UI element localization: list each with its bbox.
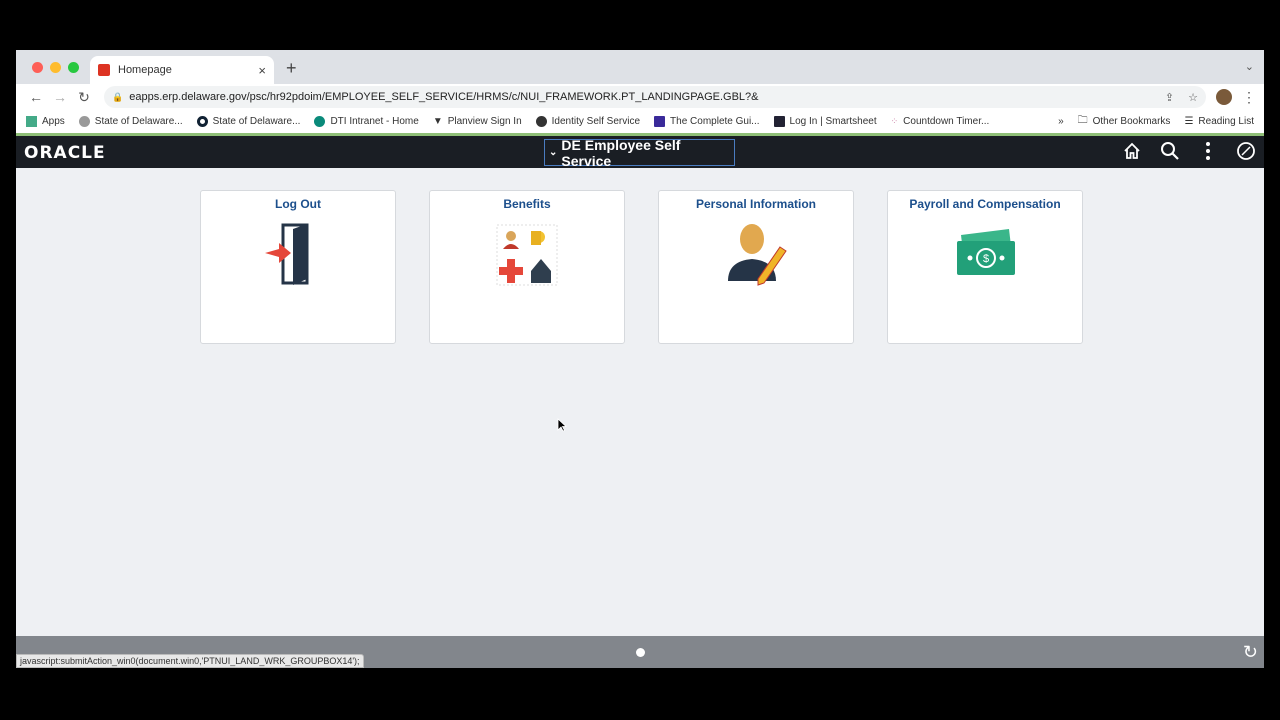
lock-icon: 🔒: [112, 91, 124, 102]
chevron-down-icon: ⌄: [549, 147, 558, 158]
browser-window: Homepage × + ⌄ ← → ↻ 🔒 eapps.erp.delawar…: [16, 50, 1264, 668]
person-edit-icon: [728, 224, 787, 286]
bookmark-item[interactable]: State of Delaware...: [78, 116, 183, 127]
url-field[interactable]: 🔒 eapps.erp.delaware.gov/psc/hr92pdoim/E…: [104, 86, 1206, 108]
bookmark-item[interactable]: ▼ Planview Sign In: [433, 116, 522, 127]
actions-menu-icon[interactable]: [1198, 141, 1218, 161]
bookmarks-bar: Apps State of Delaware... State of Delaw…: [16, 110, 1264, 136]
refresh-icon[interactable]: ↻: [1243, 642, 1258, 663]
reading-list[interactable]: ☰ Reading List: [1184, 116, 1254, 127]
bookmark-item[interactable]: DTI Intranet - Home: [314, 116, 419, 127]
bookmark-item[interactable]: Identity Self Service: [535, 116, 640, 127]
bookmark-apps[interactable]: Apps: [26, 116, 65, 127]
bookmark-star-icon[interactable]: ☆: [1188, 91, 1198, 104]
oracle-header: ORACLE ⌄ DE Employee Self Service: [16, 136, 1264, 169]
browser-menu-icon[interactable]: ⋮: [1242, 89, 1256, 106]
tile-title: Personal Information: [695, 197, 817, 211]
maximize-window-button[interactable]: [68, 62, 79, 73]
globe-icon: [535, 116, 547, 127]
tab-title: Homepage: [118, 64, 172, 76]
bookmark-item[interactable]: Log In | Smartsheet: [773, 116, 877, 127]
other-bookmarks[interactable]: 🗀 Other Bookmarks: [1078, 113, 1171, 130]
url-text: eapps.erp.delaware.gov/psc/hr92pdoim/EMP…: [129, 91, 759, 103]
home-icon[interactable]: [1122, 141, 1142, 161]
close-tab-icon[interactable]: ×: [258, 63, 266, 78]
page-title: DE Employee Self Service: [561, 136, 681, 169]
mouse-cursor-icon: [557, 418, 567, 432]
tile-grid: Log Out Benefits Personal Information Pa…: [200, 190, 1083, 344]
logout-door-icon: [265, 223, 309, 285]
tile-title: Log Out: [275, 197, 321, 211]
timer-icon: ⁘: [890, 116, 899, 126]
tile-title: Benefits: [503, 197, 551, 211]
tile-log-out[interactable]: Log Out: [200, 190, 396, 344]
close-window-button[interactable]: [32, 62, 43, 73]
bookmarks-overflow[interactable]: »: [1058, 116, 1064, 127]
back-icon[interactable]: ←: [24, 89, 48, 105]
sharepoint-icon: [314, 116, 326, 127]
status-bar-link: javascript:submitAction_win0(document.wi…: [16, 654, 364, 668]
navbar-compass-icon[interactable]: [1236, 141, 1256, 161]
tile-title: Payroll and Compensation: [909, 197, 1061, 211]
address-bar-row: ← → ↻ 🔒 eapps.erp.delaware.gov/psc/hr92p…: [16, 84, 1264, 110]
oracle-logo: ORACLE: [24, 143, 106, 163]
bookmark-item[interactable]: ⁘ Countdown Timer...: [891, 116, 990, 127]
smartsheet-icon: [773, 116, 785, 127]
bookmark-item[interactable]: The Complete Gui...: [654, 116, 760, 127]
folder-icon: 🗀: [1077, 115, 1088, 126]
window-controls: [32, 62, 79, 73]
tile-personal-information[interactable]: Personal Information: [658, 190, 854, 344]
new-tab-button[interactable]: +: [286, 58, 297, 79]
circle-icon: [196, 116, 208, 127]
browser-tab[interactable]: Homepage ×: [90, 56, 274, 84]
svg-text:$: $: [983, 253, 989, 265]
bookmark-item[interactable]: State of Delaware...: [196, 116, 300, 127]
tab-bar: Homepage × + ⌄: [16, 50, 1264, 84]
forward-icon[interactable]: →: [48, 89, 72, 105]
apps-grid-icon: [26, 116, 37, 127]
page-indicator-dot[interactable]: [636, 648, 645, 657]
guide-icon: [654, 116, 666, 127]
planview-icon: ▼: [432, 116, 443, 127]
benefits-icon: [496, 224, 558, 286]
page-indicator-bar: ↻ javascript:submitAction_win0(document.…: [16, 636, 1264, 668]
tab-search-chevron-icon[interactable]: ⌄: [1245, 60, 1254, 73]
tile-payroll-and-compensation[interactable]: Payroll and Compensation $: [887, 190, 1083, 344]
favicon-icon: [98, 64, 110, 76]
tile-benefits[interactable]: Benefits: [429, 190, 625, 344]
minimize-window-button[interactable]: [50, 62, 61, 73]
reading-list-icon: ☰: [1184, 116, 1194, 127]
homepage-selector[interactable]: ⌄ DE Employee Self Service: [544, 136, 735, 169]
profile-avatar[interactable]: [1216, 89, 1232, 105]
share-icon[interactable]: ⇪: [1165, 91, 1174, 104]
reload-icon[interactable]: ↻: [72, 89, 96, 106]
seal-icon: [78, 116, 90, 127]
money-icon: $: [957, 229, 1015, 275]
search-icon[interactable]: [1160, 141, 1180, 161]
